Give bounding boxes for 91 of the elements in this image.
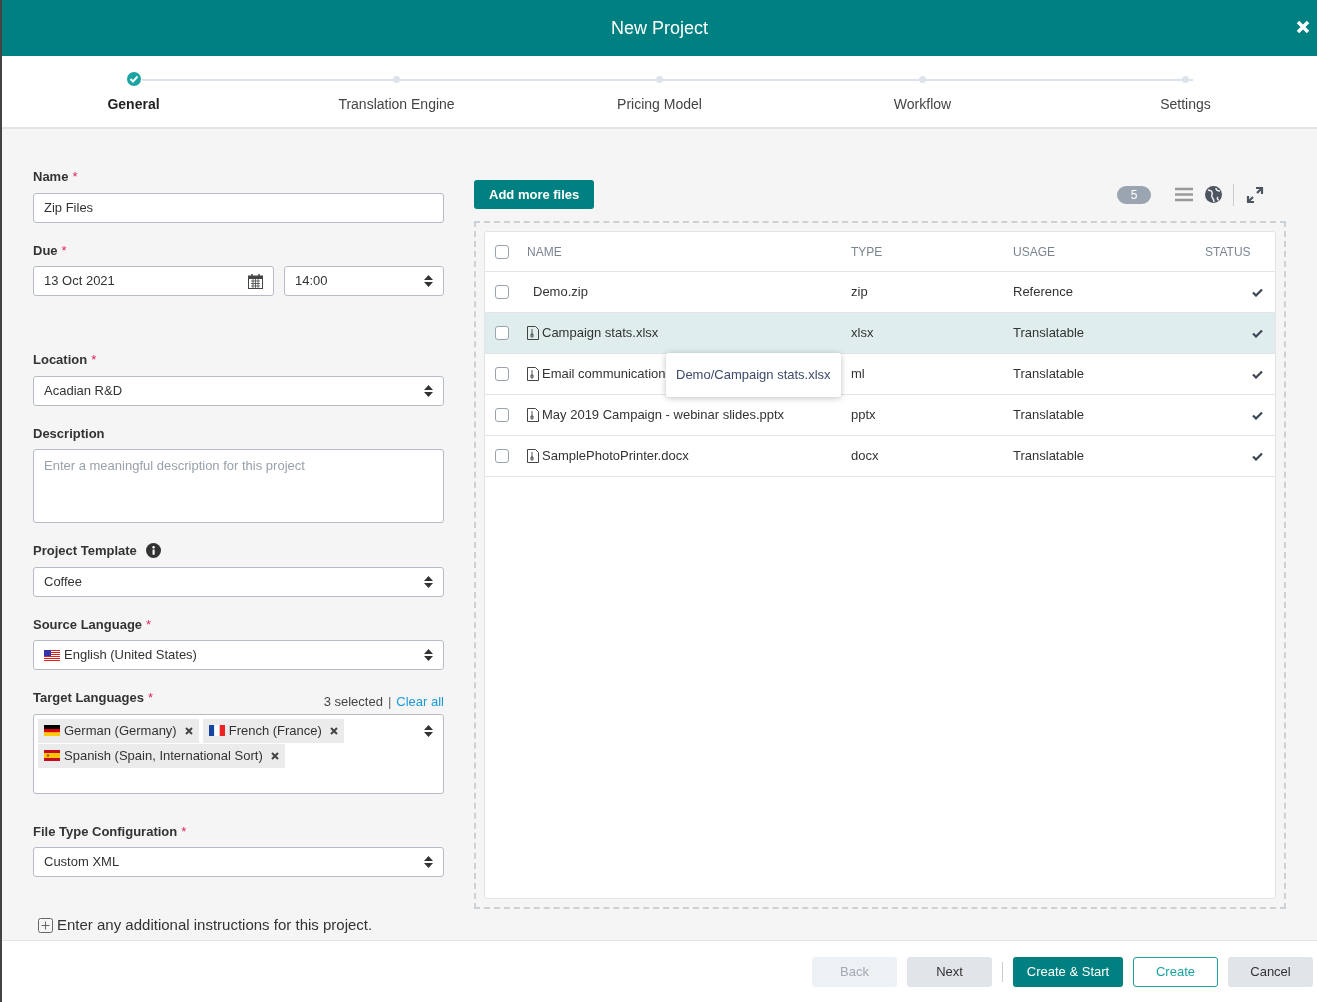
sort-icon bbox=[424, 649, 433, 661]
flag-icon bbox=[44, 649, 60, 661]
remove-icon[interactable] bbox=[184, 726, 193, 735]
name-field[interactable]: Zip Files bbox=[33, 192, 444, 223]
info-icon[interactable] bbox=[145, 543, 161, 559]
checkbox[interactable] bbox=[495, 285, 509, 299]
flag-icon bbox=[44, 750, 60, 761]
separator: | bbox=[387, 693, 392, 711]
date-field[interactable]: 13 Oct 2021 bbox=[33, 266, 274, 296]
sort-icon bbox=[424, 575, 433, 588]
required-mark: * bbox=[91, 353, 97, 367]
file-name: Email communication bbox=[542, 365, 666, 384]
sort-icon bbox=[424, 275, 433, 287]
checkbox[interactable] bbox=[495, 449, 509, 463]
language-tag[interactable]: French (France) bbox=[202, 718, 344, 743]
select-field[interactable]: Acadian R&D bbox=[33, 375, 444, 406]
select-field[interactable]: Coffee bbox=[33, 566, 444, 597]
column-header: NAME bbox=[527, 243, 563, 261]
file-icon bbox=[527, 326, 539, 340]
file-icon bbox=[527, 449, 539, 463]
file-usage: Translatable bbox=[1013, 447, 1086, 466]
field-label: Target Languages bbox=[33, 689, 144, 707]
file-usage: Translatable bbox=[1013, 324, 1086, 343]
add-files-button[interactable]: Add more files bbox=[474, 180, 595, 209]
field-label: Due bbox=[33, 241, 58, 260]
remove-icon[interactable] bbox=[329, 726, 338, 735]
required-mark: * bbox=[61, 243, 67, 257]
target-languages-field[interactable]: German (Germany) French (France) Spanish (Spain, International Sort) bbox=[33, 713, 444, 794]
close-button[interactable] bbox=[1295, 18, 1311, 36]
language-tag[interactable]: Spanish (Spain, International Sort) bbox=[38, 743, 285, 768]
field-label: Name bbox=[33, 168, 69, 186]
field-label: Description bbox=[33, 424, 105, 443]
window-title: New Project bbox=[611, 16, 708, 40]
field-label: Location bbox=[33, 351, 88, 369]
file-type: pptx bbox=[851, 406, 877, 425]
select-field[interactable]: 14:00 bbox=[284, 266, 444, 296]
step-tab[interactable]: General bbox=[107, 94, 160, 115]
file-icon bbox=[527, 367, 539, 381]
column-header: STATUS bbox=[1205, 243, 1251, 261]
flag-icon bbox=[44, 725, 60, 736]
select-field[interactable]: English (United States) bbox=[33, 640, 444, 670]
list-view-icon[interactable] bbox=[1175, 187, 1193, 202]
fullscreen-icon[interactable] bbox=[1246, 185, 1264, 204]
file-icon bbox=[527, 408, 539, 422]
file-type: zip bbox=[851, 283, 869, 302]
expand-icon[interactable] bbox=[38, 917, 53, 933]
step-tab[interactable]: Translation Engine bbox=[338, 94, 455, 115]
file-name: May 2019 Campaign - webinar slides.pptx bbox=[542, 406, 785, 425]
footer-button[interactable]: Cancel bbox=[1228, 956, 1313, 987]
checkbox[interactable] bbox=[495, 244, 509, 259]
file-row[interactable]: Campaign stats.xlsx xlsx Translatable bbox=[485, 313, 1275, 354]
column-header: TYPE bbox=[851, 243, 884, 261]
checkbox[interactable] bbox=[495, 326, 509, 340]
file-type: xlsx bbox=[851, 324, 875, 343]
field-label: Source Language bbox=[33, 615, 143, 634]
file-usage: Translatable bbox=[1013, 406, 1086, 425]
file-usage: Translatable bbox=[1013, 365, 1086, 384]
globe-icon[interactable] bbox=[1205, 186, 1222, 203]
step-tab[interactable]: Settings bbox=[1160, 94, 1211, 115]
file-usage: Reference bbox=[1013, 283, 1074, 302]
checkbox[interactable] bbox=[495, 408, 509, 422]
flag-icon bbox=[208, 725, 225, 736]
language-tag[interactable]: German (Germany) bbox=[38, 718, 199, 743]
step-tab[interactable]: Pricing Model bbox=[617, 94, 702, 115]
checkbox[interactable] bbox=[495, 367, 509, 381]
sort-icon bbox=[424, 856, 433, 868]
required-mark: * bbox=[72, 170, 78, 184]
step-tab[interactable]: Workflow bbox=[893, 94, 952, 115]
sort-icon bbox=[424, 724, 433, 737]
sort-icon bbox=[424, 384, 433, 397]
tooltip: Demo/Campaign stats.xlsx bbox=[666, 353, 841, 397]
field-label: File Type Configuration bbox=[33, 822, 178, 841]
file-name: SamplePhotoPrinter.docx bbox=[542, 447, 689, 466]
remove-icon[interactable] bbox=[270, 751, 279, 760]
field-label: Project Template bbox=[33, 542, 137, 560]
select-field[interactable]: Custom XML bbox=[33, 847, 444, 877]
file-type: docx bbox=[851, 447, 880, 466]
calendar-icon bbox=[248, 273, 263, 289]
file-type: ml bbox=[851, 365, 866, 384]
instructions-link[interactable]: Enter any additional instructions for this project. bbox=[57, 914, 373, 937]
required-mark: * bbox=[181, 824, 187, 838]
file-name: Campaign stats.xlsx bbox=[542, 324, 659, 343]
required-mark: * bbox=[148, 691, 154, 705]
column-header: USAGE bbox=[1013, 243, 1056, 261]
footer-button[interactable]: Next bbox=[907, 956, 992, 987]
selected-count: 3 selected bbox=[323, 693, 383, 711]
file-count-badge: 5 bbox=[1117, 185, 1151, 204]
required-mark: * bbox=[146, 617, 152, 631]
footer-button[interactable]: Create & Start bbox=[1013, 956, 1123, 987]
description-field[interactable]: Enter a meaningful description for this project bbox=[33, 449, 444, 523]
file-name: Demo.zip bbox=[533, 283, 588, 302]
